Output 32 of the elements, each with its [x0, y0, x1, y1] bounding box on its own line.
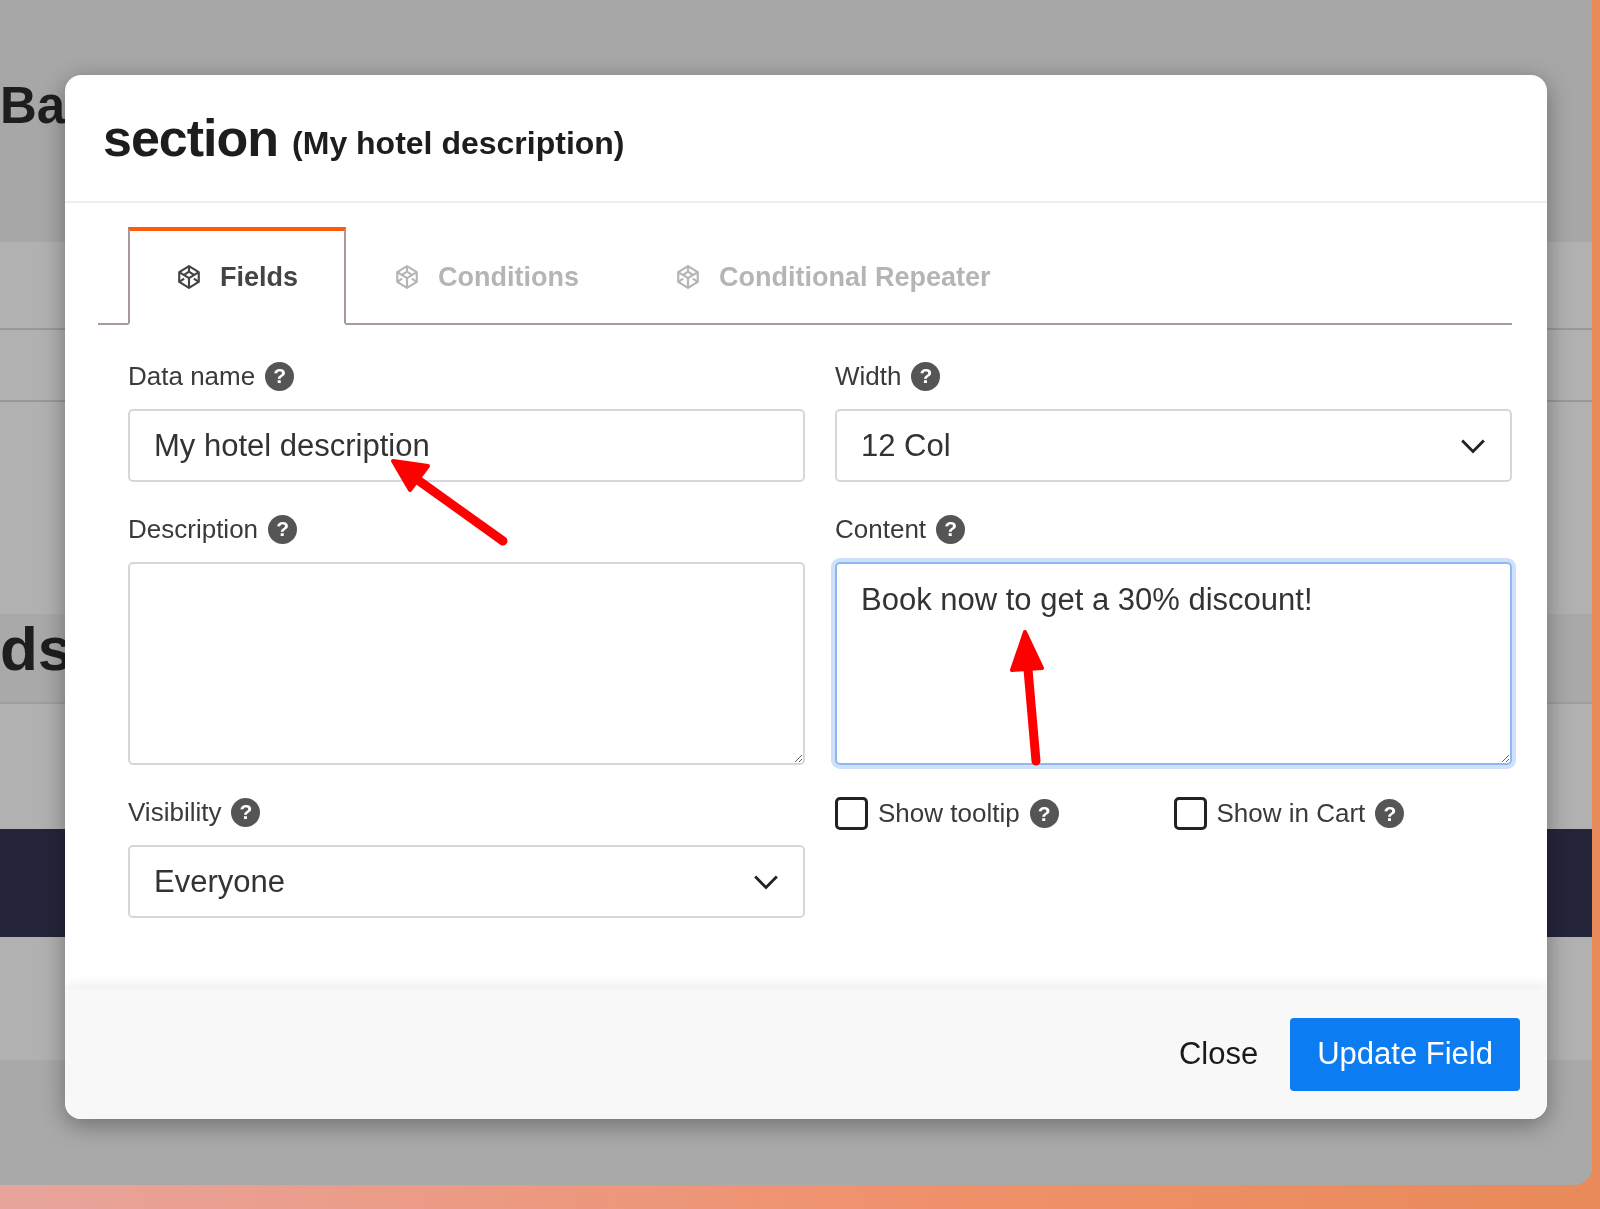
- checkbox[interactable]: [835, 797, 868, 830]
- dropdown[interactable]: Everyone: [128, 845, 805, 918]
- close-button[interactable]: Close: [1178, 1026, 1259, 1082]
- field-label: Description: [128, 513, 259, 545]
- help-icon[interactable]: ?: [231, 797, 261, 827]
- field-label: Content: [835, 513, 927, 545]
- page-heading: Ba: [0, 76, 66, 135]
- cube-icon: [394, 264, 421, 290]
- dialog-title: section: [103, 108, 279, 168]
- chevron-down-icon: [753, 873, 779, 890]
- field-label: Data name: [128, 360, 256, 392]
- checkbox-label: Show tooltip: [878, 798, 1020, 829]
- text-area[interactable]: Book now to get a 30% discount!: [835, 562, 1512, 765]
- input-field[interactable]: My hotel description: [128, 409, 805, 482]
- field-label: Visibility: [128, 796, 222, 828]
- cube-icon: [675, 264, 701, 290]
- checkbox[interactable]: [1173, 797, 1207, 830]
- update-button[interactable]: Update Field: [1290, 1017, 1520, 1091]
- page-heading: ds: [0, 613, 73, 684]
- help-icon[interactable]: ?: [1375, 799, 1405, 828]
- help-icon[interactable]: ?: [936, 514, 966, 544]
- help-icon[interactable]: ?: [1029, 799, 1059, 828]
- field-label: Width: [835, 360, 902, 392]
- tab[interactable]: Fields: [128, 227, 347, 325]
- help-icon[interactable]: ?: [268, 514, 298, 544]
- cube-icon: [176, 264, 202, 290]
- chevron-down-icon: [1460, 437, 1486, 454]
- dropdown[interactable]: 12 Col: [835, 409, 1512, 482]
- checkbox-label: Show in Cart: [1216, 798, 1366, 829]
- help-icon[interactable]: ?: [265, 361, 295, 391]
- dialog-subtitle: (My hotel description): [292, 123, 625, 162]
- help-icon[interactable]: ?: [911, 361, 941, 391]
